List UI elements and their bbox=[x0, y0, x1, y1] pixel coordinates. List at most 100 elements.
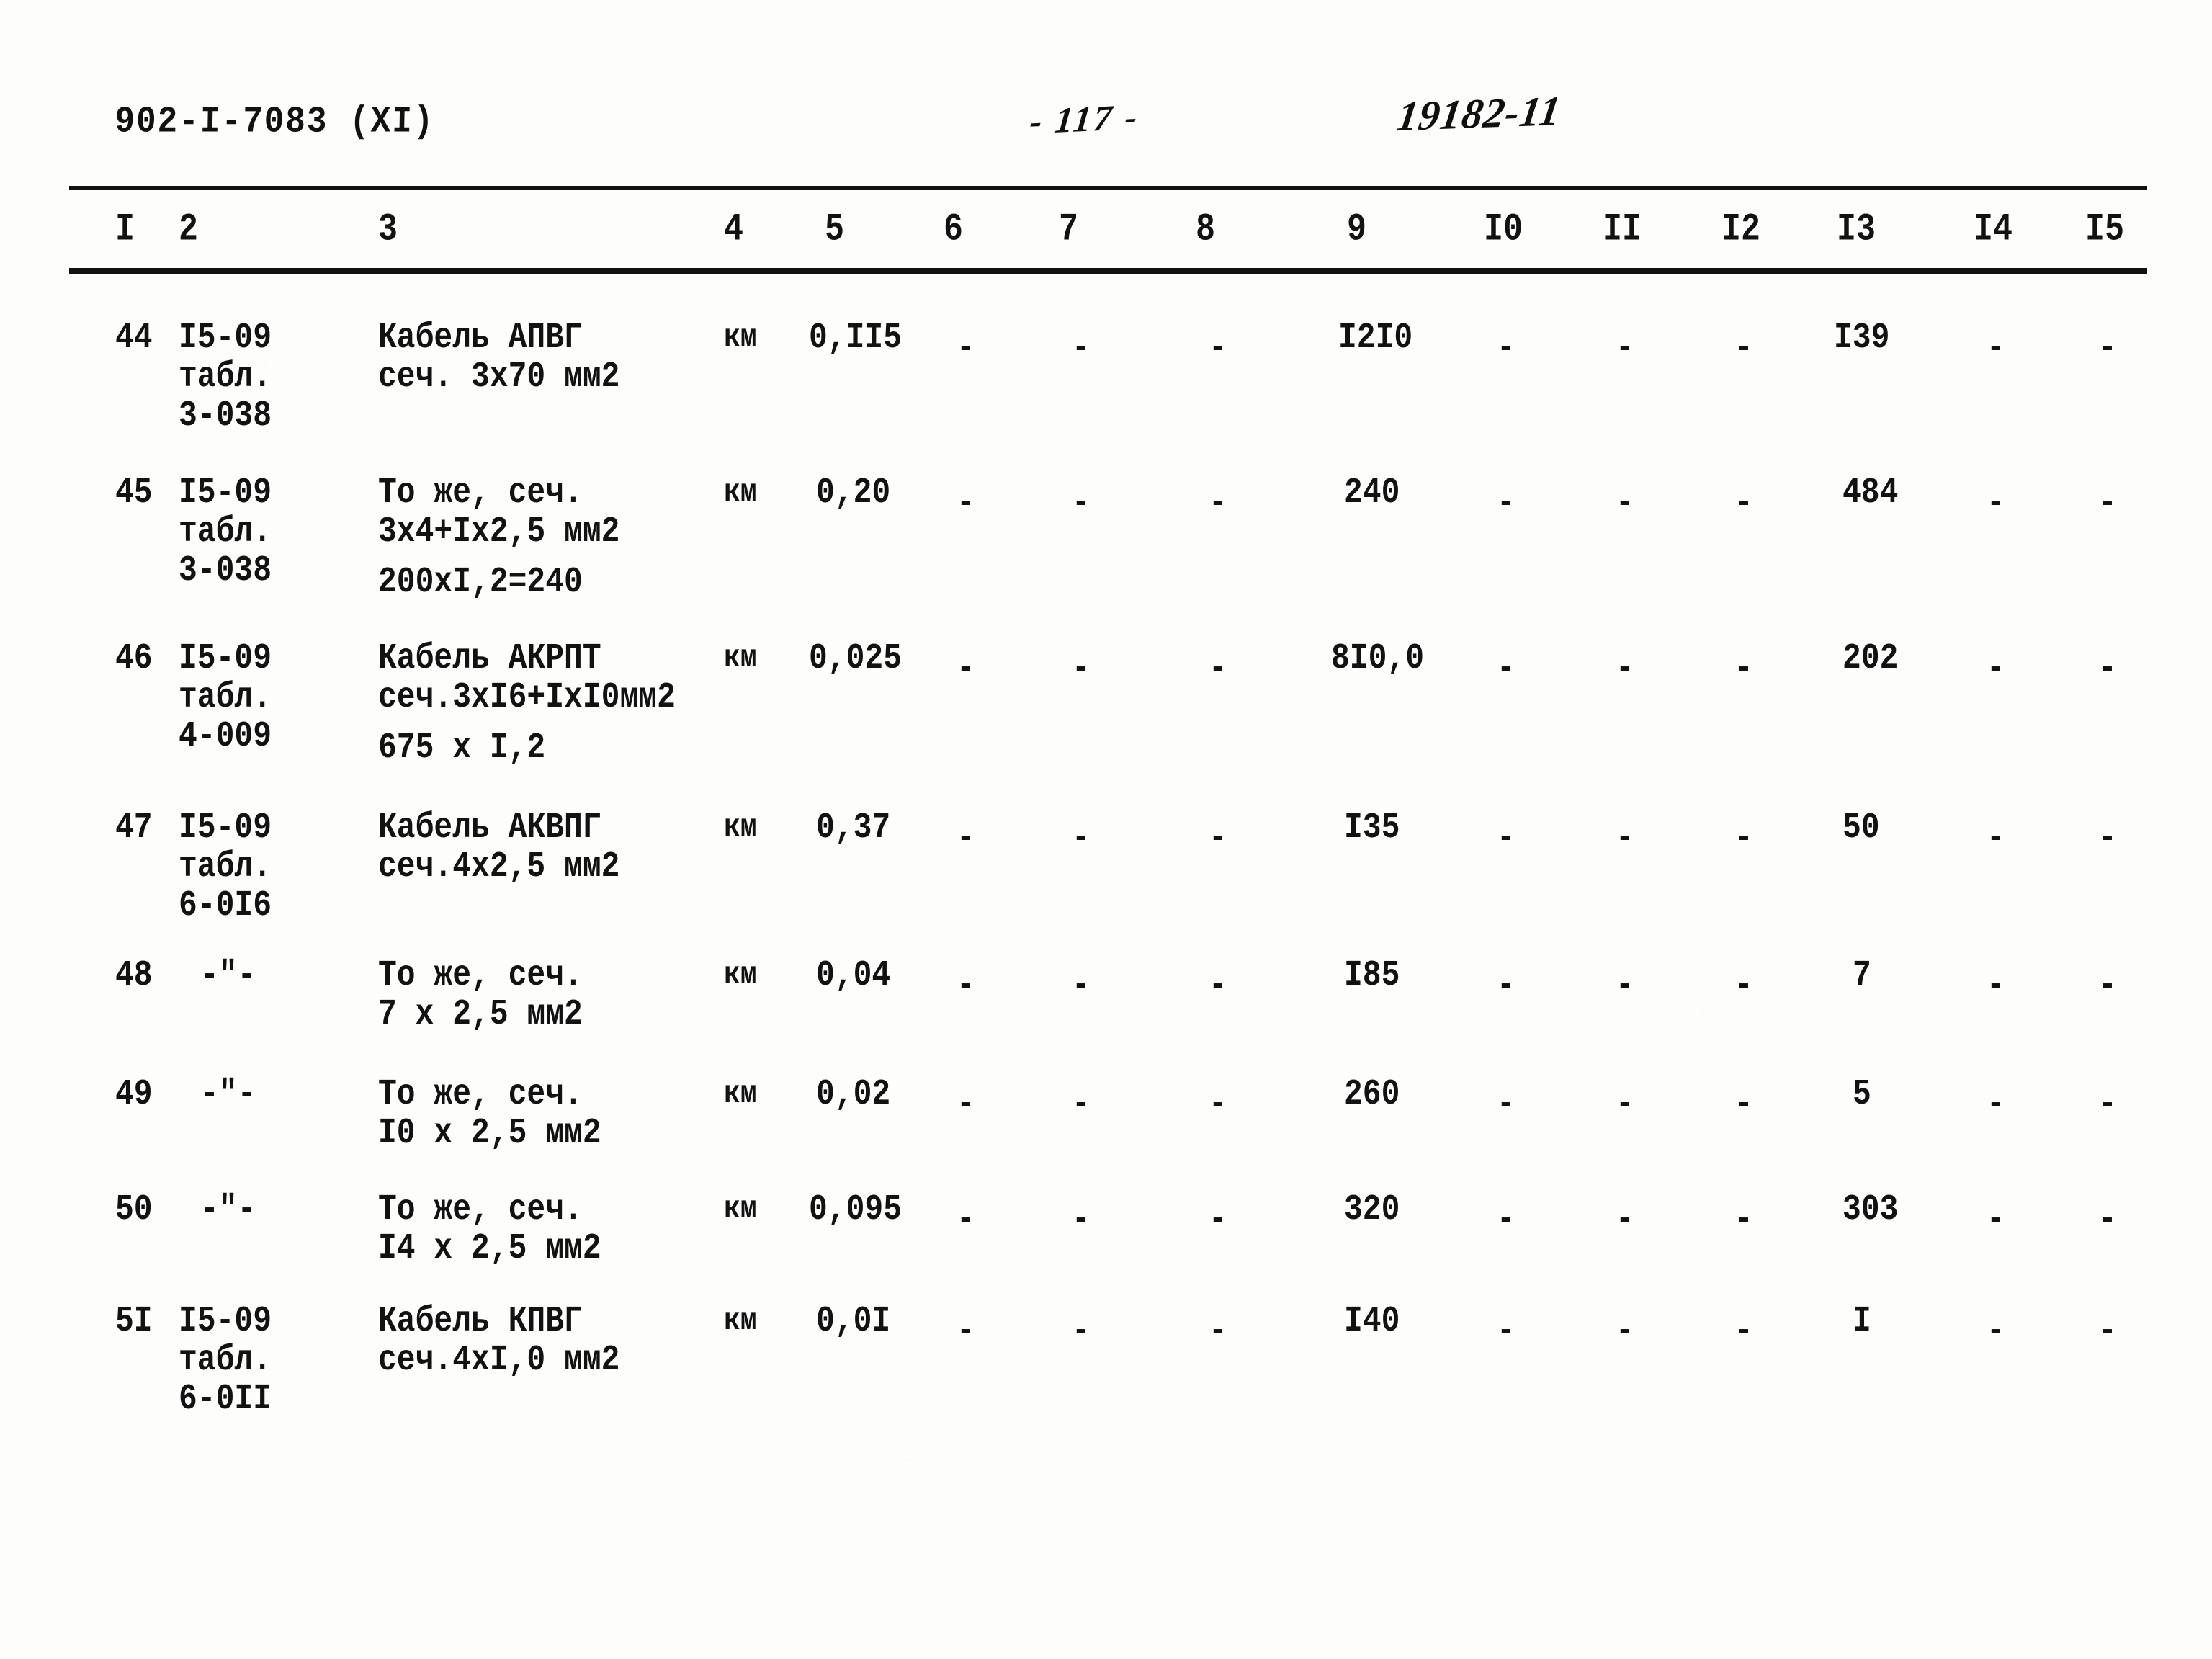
row-empty-dash: - bbox=[1734, 482, 1753, 523]
column-header-10: I0 bbox=[1484, 207, 1523, 252]
row-reference-line: табл. bbox=[179, 1339, 272, 1380]
row-empty-dash: - bbox=[1209, 817, 1227, 858]
row-empty-dash: - bbox=[1497, 817, 1515, 858]
row-value-col9: I40 bbox=[1344, 1300, 1400, 1341]
page-number: - 117 - bbox=[1028, 96, 1142, 142]
row-reference-line: -"- bbox=[200, 954, 256, 996]
row-value-col13: 5 bbox=[1853, 1073, 1871, 1114]
row-description-line: Кабель АКВПГ bbox=[378, 807, 601, 848]
row-empty-dash: - bbox=[1987, 1199, 2005, 1240]
column-header-5: 5 bbox=[825, 207, 845, 252]
row-description-line: Кабель АПВГ bbox=[378, 317, 583, 358]
row-empty-dash: - bbox=[1209, 482, 1227, 523]
table-top-rule bbox=[69, 186, 2147, 190]
row-reference-line: 6-0II bbox=[179, 1378, 272, 1419]
row-value-col9: I35 bbox=[1344, 807, 1400, 848]
row-empty-dash: - bbox=[1209, 327, 1227, 368]
row-value-col5: 0,II5 bbox=[809, 317, 903, 358]
row-number: 46 bbox=[115, 638, 153, 679]
row-description-line: 200хI,2=240 bbox=[378, 561, 583, 602]
row-empty-dash: - bbox=[1734, 648, 1753, 689]
row-value-col13: 50 bbox=[1842, 807, 1880, 848]
row-value-col5: 0,20 bbox=[816, 472, 891, 513]
row-empty-dash: - bbox=[1616, 1310, 1634, 1351]
row-description-line: I0 х 2,5 мм2 bbox=[378, 1112, 601, 1153]
row-value-col9: 240 bbox=[1344, 472, 1400, 513]
column-header-6: 6 bbox=[944, 207, 964, 252]
row-description-line: 675 х I,2 bbox=[378, 727, 546, 768]
row-empty-dash: - bbox=[1209, 648, 1227, 689]
overstrike-glyph: 3 bbox=[1879, 1189, 1899, 1230]
row-empty-dash: - bbox=[1072, 965, 1091, 1006]
row-empty-dash: - bbox=[1497, 648, 1515, 689]
row-empty-dash: - bbox=[1987, 1310, 2005, 1351]
row-unit: км bbox=[724, 1076, 757, 1112]
row-description-line: сеч.3хI6+IхI0мм2 bbox=[378, 676, 676, 717]
row-value-col13: 484 bbox=[1842, 472, 1899, 513]
row-empty-dash: - bbox=[1987, 648, 2005, 689]
row-value-col9: I85 bbox=[1344, 954, 1400, 996]
row-empty-dash: - bbox=[1497, 1199, 1515, 1240]
row-empty-dash: - bbox=[1987, 327, 2005, 368]
row-value-col5: 0,37 bbox=[816, 807, 891, 848]
row-reference-line: I5-09 bbox=[179, 1300, 272, 1341]
row-reference-line: I5-09 bbox=[179, 807, 272, 848]
row-value-col13: 202 bbox=[1842, 638, 1899, 679]
row-empty-dash: - bbox=[1616, 327, 1634, 368]
row-empty-dash: - bbox=[1497, 482, 1515, 523]
column-header-9: 9 bbox=[1347, 207, 1367, 252]
column-header-11: II bbox=[1603, 207, 1642, 252]
row-empty-dash: - bbox=[2098, 965, 2117, 1006]
document-code: 902-I-7083 (XI) bbox=[114, 101, 436, 143]
row-empty-dash: - bbox=[2098, 482, 2117, 523]
row-value-col9: I2I0 bbox=[1338, 317, 1413, 358]
row-empty-dash: - bbox=[1497, 327, 1515, 368]
row-empty-dash: - bbox=[957, 817, 975, 858]
row-empty-dash: - bbox=[1209, 1199, 1227, 1240]
row-reference-line: I5-09 bbox=[179, 317, 272, 358]
row-number: 5I bbox=[115, 1300, 153, 1341]
row-empty-dash: - bbox=[1987, 1083, 2005, 1124]
column-header-14: I4 bbox=[1974, 207, 2013, 252]
row-empty-dash: - bbox=[1734, 965, 1753, 1006]
row-description-line: 7 х 2,5 мм2 bbox=[378, 993, 583, 1034]
row-unit: км bbox=[724, 957, 757, 993]
row-description-line: То же, сеч. bbox=[378, 954, 583, 996]
column-header-2: 2 bbox=[179, 207, 199, 252]
row-reference-line: табл. bbox=[179, 356, 272, 397]
row-empty-dash: - bbox=[1987, 817, 2005, 858]
column-header-8: 8 bbox=[1196, 207, 1216, 252]
row-value-col13: 303 bbox=[1842, 1189, 1899, 1230]
row-value-col5: 0,04 bbox=[816, 954, 891, 996]
row-empty-dash: - bbox=[1209, 1083, 1227, 1124]
page-header: 902-I-7083 (XI) - 117 - 19182-11 bbox=[0, 87, 2212, 158]
row-empty-dash: - bbox=[957, 1310, 975, 1351]
column-header-4: 4 bbox=[724, 207, 744, 252]
row-unit: км bbox=[724, 810, 757, 846]
row-reference-line: I5-09 bbox=[179, 472, 272, 513]
row-empty-dash: - bbox=[1072, 482, 1091, 523]
row-description-line: То же, сеч. bbox=[378, 1189, 583, 1230]
row-reference-line: 6-0I6 bbox=[179, 885, 272, 926]
row-value-col9: 320 bbox=[1344, 1189, 1400, 1230]
row-empty-dash: - bbox=[1616, 817, 1634, 858]
row-reference-line: табл. bbox=[179, 511, 272, 552]
row-value-col5: 0,095 bbox=[809, 1189, 903, 1230]
row-number: 49 bbox=[115, 1073, 153, 1114]
row-reference-line: табл. bbox=[179, 846, 272, 887]
overstrike-glyph: 2 bbox=[1879, 638, 1899, 679]
row-empty-dash: - bbox=[1072, 817, 1091, 858]
row-reference-line: I5-09 bbox=[179, 638, 272, 679]
row-description-line: сеч.4хI,0 мм2 bbox=[378, 1339, 620, 1380]
row-empty-dash: - bbox=[2098, 1083, 2117, 1124]
row-reference-line: -"- bbox=[200, 1073, 256, 1114]
row-empty-dash: - bbox=[1734, 1310, 1753, 1351]
row-number: 48 bbox=[115, 954, 153, 996]
row-empty-dash: - bbox=[1734, 817, 1753, 858]
row-description-line: сеч. 3х70 мм2 bbox=[378, 356, 620, 397]
row-reference-line: 4-009 bbox=[179, 715, 272, 756]
row-reference-line: 3-038 bbox=[179, 550, 272, 591]
row-empty-dash: - bbox=[1209, 1310, 1227, 1351]
row-empty-dash: - bbox=[1616, 1083, 1634, 1124]
row-reference-line: -"- bbox=[200, 1189, 256, 1230]
